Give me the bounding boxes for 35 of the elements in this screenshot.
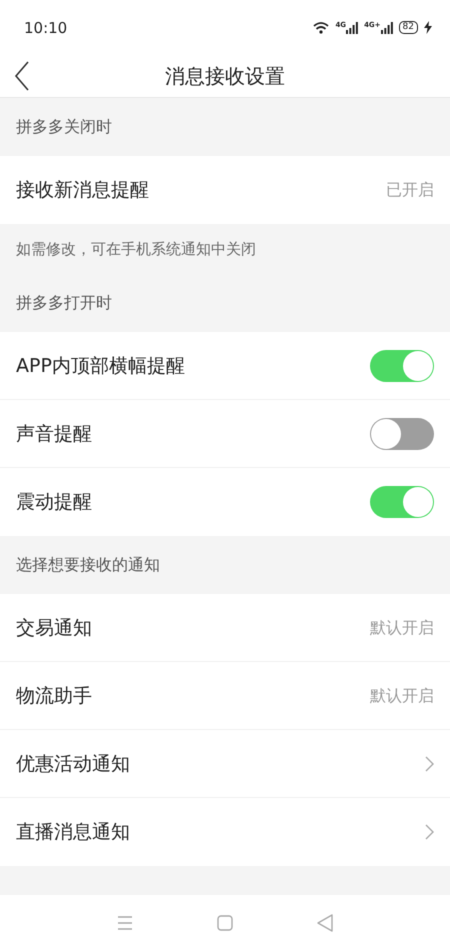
battery-level: 82 — [398, 21, 418, 34]
signal-icon — [346, 22, 358, 34]
back-icon — [14, 61, 30, 91]
row-value: 默认开启 — [370, 618, 434, 638]
section-header: 选择想要接收的通知 — [0, 536, 450, 594]
back-nav-button[interactable] — [317, 914, 333, 932]
chevron-icon — [425, 756, 434, 772]
row-label: 震动提醒 — [16, 490, 92, 515]
row-label: 声音提醒 — [16, 422, 92, 447]
square-icon — [217, 914, 233, 930]
toggle-switch[interactable] — [370, 350, 434, 382]
charging-icon — [424, 21, 432, 34]
row-label: 交易通知 — [16, 616, 92, 641]
toggle-switch[interactable] — [370, 486, 434, 518]
row-label: 优惠活动通知 — [16, 752, 130, 777]
signal-icon — [380, 22, 393, 34]
row-label: APP内顶部横幅提醒 — [16, 354, 185, 379]
row-value: 默认开启 — [370, 686, 434, 706]
toggle-switch[interactable] — [370, 418, 434, 450]
triangle-icon — [317, 914, 333, 932]
home-button[interactable] — [217, 914, 233, 930]
chevron-icon — [425, 824, 434, 840]
menu-button[interactable] — [117, 916, 133, 930]
page-title: 消息接收设置 — [165, 62, 285, 90]
status-time: 10:10 — [24, 18, 68, 36]
section-header: 拼多多打开时 — [0, 274, 450, 332]
section-header: 拼多多关闭时 — [0, 98, 450, 156]
row-label: 接收新消息提醒 — [16, 178, 149, 203]
hint-text: 如需修改，可在手机系统通知中关闭 — [0, 224, 450, 274]
row-label: 直播消息通知 — [16, 820, 130, 845]
wifi-icon — [313, 22, 330, 34]
back-button[interactable] — [14, 61, 30, 91]
menu-icon — [117, 916, 133, 930]
row-value: 已开启 — [386, 180, 434, 200]
row-label: 物流助手 — [16, 684, 92, 709]
